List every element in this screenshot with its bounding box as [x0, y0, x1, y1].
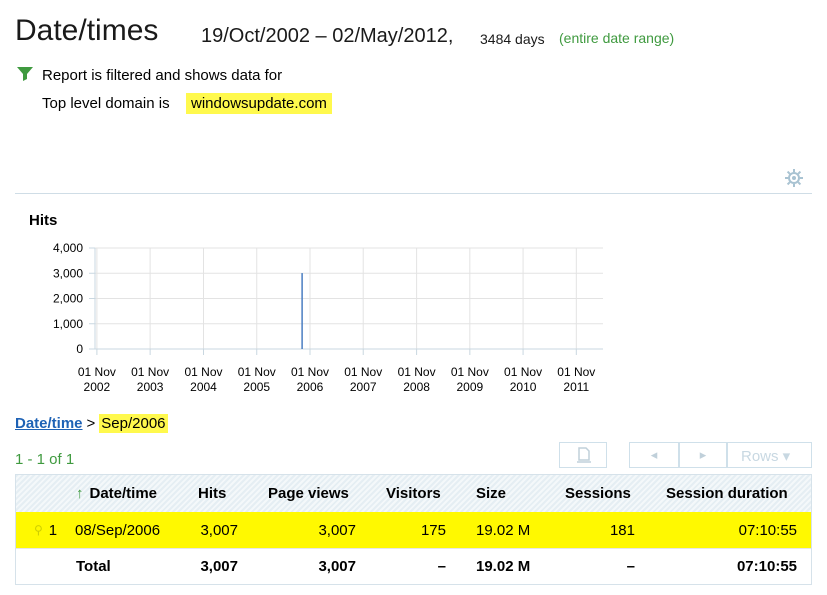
row-index: ⚲ 1 [34, 512, 74, 548]
table-total-row: Total 3,007 3,007 – 19.02 M – 07:10:55 [16, 548, 811, 584]
cell-visitors: 175 [420, 521, 446, 539]
column-header-date-time[interactable]: ↑ Date/time [76, 475, 176, 512]
total-page-views: 3,007 [318, 558, 356, 575]
breadcrumb-separator: > [86, 415, 96, 432]
cell-hits: 3,007 [200, 521, 238, 539]
chevron-right-icon: ▸ [699, 447, 707, 462]
column-header-visitors[interactable]: Visitors [386, 475, 466, 512]
breadcrumb: Date/time > Sep/2006 [15, 414, 168, 433]
day-count: 3484 days [480, 31, 545, 47]
y-tick-label: 3,000 [53, 266, 83, 280]
x-tick-label-year: 2003 [137, 380, 164, 394]
column-header-page-views[interactable]: Page views [268, 475, 388, 512]
y-tick-label: 1,000 [53, 317, 83, 331]
previous-page-button[interactable]: ◂ [629, 442, 679, 468]
magnifier-icon[interactable]: ⚲ [34, 523, 43, 537]
total-hits: 3,007 [200, 558, 238, 575]
total-sessions: – [626, 558, 635, 575]
hits-chart: Hits 4,0003,0002,0001,0000 01 Nov200201 … [29, 212, 603, 394]
chevron-left-icon: ◂ [650, 447, 658, 462]
sort-ascending-icon: ↑ [76, 485, 84, 502]
next-page-button[interactable]: ▸ [679, 442, 727, 468]
x-tick-label: 01 Nov [504, 365, 542, 379]
x-tick-label: 01 Nov [557, 365, 595, 379]
row-number: 1 [48, 521, 58, 539]
x-tick-label: 01 Nov [291, 365, 329, 379]
x-tick-label: 01 Nov [184, 365, 222, 379]
document-icon [577, 447, 591, 463]
x-tick-label-year: 2002 [84, 380, 111, 394]
filter-criterion-label: Top level domain is [42, 95, 170, 112]
total-label: Total [76, 558, 111, 575]
column-header-hits[interactable]: Hits [198, 475, 278, 512]
column-header-sessions[interactable]: Sessions [565, 475, 655, 512]
filter-value: windowsupdate.com [186, 93, 332, 114]
rows-dropdown[interactable]: Rows ▾ [727, 442, 812, 468]
chart-title: Hits [29, 212, 57, 229]
x-tick-label-year: 2010 [510, 380, 537, 394]
column-header-size[interactable]: Size [476, 475, 536, 512]
x-tick-label: 01 Nov [78, 365, 116, 379]
data-table: ↑ Date/time Hits Page views Visitors Size… [15, 474, 812, 585]
x-tick-label: 01 Nov [451, 365, 489, 379]
filter-description: Report is filtered and shows data for [42, 67, 283, 84]
x-tick-label-year: 2009 [456, 380, 483, 394]
cell-size: 19.02 M [476, 521, 531, 539]
date-range: 19/Oct/2002 – 02/May/2012, [201, 25, 454, 47]
y-tick-label: 2,000 [53, 292, 83, 306]
page-title: Date/times [15, 14, 159, 47]
column-header-session-duration[interactable]: Session duration [666, 475, 806, 512]
y-tick-label: 0 [76, 342, 83, 356]
total-visitors: – [437, 558, 446, 575]
filter-icon [17, 67, 33, 81]
cell-session-duration: 07:10:55 [738, 521, 797, 539]
y-tick-label: 4,000 [53, 241, 83, 255]
x-tick-label-year: 2011 [563, 380, 589, 394]
cell-sessions: 181 [609, 521, 635, 539]
export-button[interactable] [559, 442, 607, 468]
table-header: ↑ Date/time Hits Page views Visitors Size… [16, 475, 811, 512]
gear-icon[interactable] [784, 168, 804, 188]
entire-date-range-link[interactable]: (entire date range) [559, 30, 674, 46]
x-tick-label-year: 2006 [297, 380, 324, 394]
x-tick-label: 01 Nov [238, 365, 276, 379]
x-tick-label: 01 Nov [398, 365, 436, 379]
section-divider [15, 193, 812, 194]
breadcrumb-link-date-time[interactable]: Date/time [15, 415, 83, 432]
x-tick-label-year: 2005 [243, 380, 270, 394]
x-tick-label-year: 2004 [190, 380, 217, 394]
x-tick-label-year: 2007 [350, 380, 377, 394]
x-tick-label: 01 Nov [131, 365, 169, 379]
total-session-duration: 07:10:55 [736, 558, 797, 575]
total-size: 19.02 M [476, 558, 531, 575]
cell-page-views: 3,007 [318, 521, 356, 539]
column-header-label: Date/time [89, 485, 158, 502]
result-count: 1 - 1 of 1 [15, 451, 75, 468]
breadcrumb-current: Sep/2006 [99, 414, 168, 433]
x-tick-label-year: 2008 [403, 380, 430, 394]
table-row[interactable]: ⚲ 1 08/Sep/2006 3,007 3,007 175 19.02 M 1… [16, 512, 811, 548]
x-tick-label: 01 Nov [344, 365, 382, 379]
cell-date[interactable]: 08/Sep/2006 [75, 512, 185, 548]
